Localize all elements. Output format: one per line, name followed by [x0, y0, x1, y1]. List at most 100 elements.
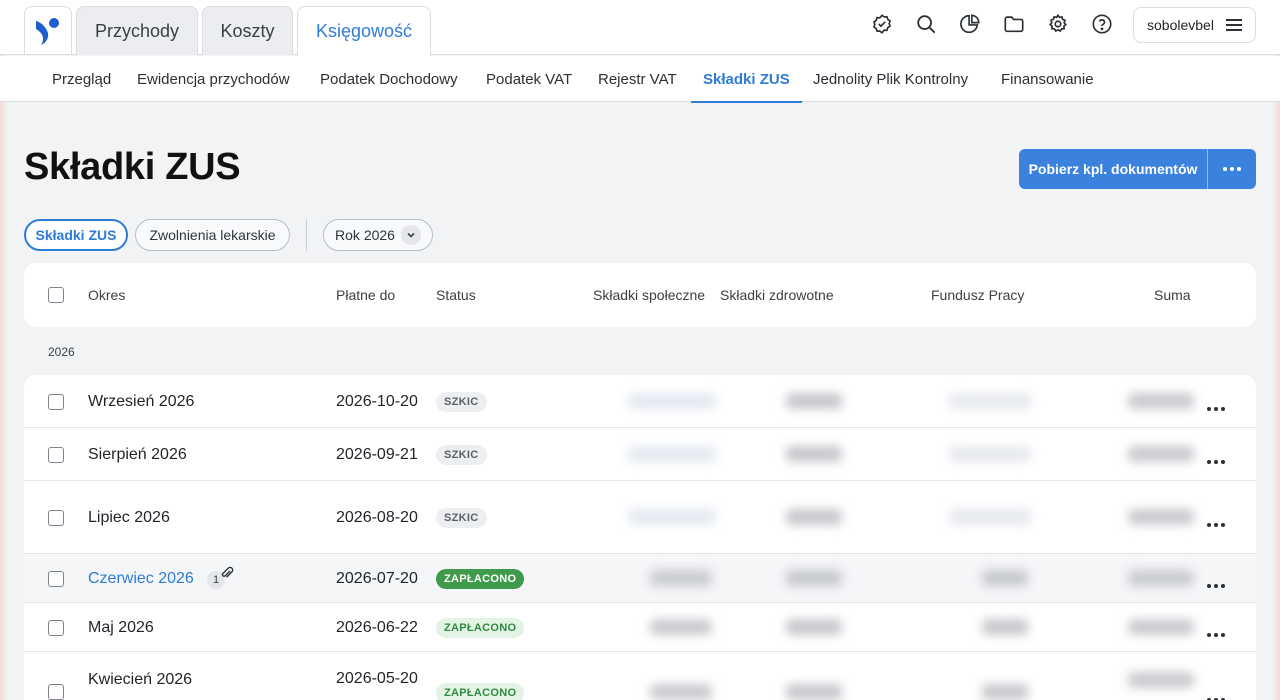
- row-checkbox[interactable]: [48, 394, 64, 410]
- tab-label: Księgowość: [315, 21, 413, 41]
- blurred-amount: [1128, 570, 1194, 586]
- subnav-podatek-dochodowy[interactable]: Podatek Dochodowy: [320, 56, 458, 102]
- blurred-amount: [786, 684, 842, 700]
- column-header-status[interactable]: Status: [436, 263, 476, 327]
- help-icon[interactable]: [1090, 12, 1114, 36]
- tab-przychody[interactable]: Przychody: [76, 6, 198, 55]
- status-badge: ZAPŁACONO: [436, 569, 525, 589]
- column-header-okres[interactable]: Okres: [88, 263, 125, 327]
- row-more-icon[interactable]: [1207, 624, 1225, 642]
- blurred-amount: [1128, 672, 1194, 688]
- gear-icon[interactable]: [1046, 12, 1070, 36]
- username: sobolevbel: [1147, 17, 1214, 33]
- row-period[interactable]: Maj 2026: [88, 603, 154, 652]
- blurred-amount: [1128, 619, 1194, 635]
- blurred-amount: [1128, 393, 1194, 409]
- column-header-fundusz-pracy[interactable]: Fundusz Pracy: [931, 263, 1024, 327]
- paperclip-icon: [221, 566, 234, 578]
- subnav-label: Rejestr VAT: [598, 70, 677, 88]
- blurred-amount: [650, 570, 712, 586]
- select-all-checkbox[interactable]: [48, 287, 64, 303]
- blurred-amount: [949, 446, 1031, 462]
- user-menu-button[interactable]: sobolevbel: [1133, 7, 1256, 43]
- row-period[interactable]: Wrzesień 2026: [88, 375, 194, 428]
- row-more-icon[interactable]: [1207, 514, 1225, 532]
- row-checkbox[interactable]: [48, 684, 64, 700]
- tab-koszty[interactable]: Koszty: [202, 6, 293, 55]
- tab-ksiegowosc[interactable]: Księgowość: [297, 6, 431, 56]
- year-dropdown[interactable]: Rok 2026: [323, 219, 433, 251]
- status-badge: SZKIC: [436, 392, 487, 412]
- subnav-label: Jednolity Plik Kontrolny: [813, 70, 969, 88]
- table-row[interactable]: Czerwiec 2026 1 2026-07-20 ZAPŁACONO: [24, 554, 1256, 603]
- blurred-amount: [949, 509, 1031, 525]
- app-logo[interactable]: [24, 6, 72, 54]
- row-period[interactable]: Sierpień 2026: [88, 428, 187, 481]
- subnav-rejestr-vat[interactable]: Rejestr VAT: [598, 56, 677, 102]
- search-icon[interactable]: [914, 12, 938, 36]
- blurred-amount: [786, 393, 842, 409]
- right-page-edge: [1272, 0, 1280, 700]
- row-period-link[interactable]: Czerwiec 2026: [88, 554, 194, 603]
- chip-zwolnienia-lekarskie[interactable]: Zwolnienia lekarskie: [135, 219, 290, 251]
- table-row[interactable]: Wrzesień 2026 2026-10-20 SZKIC: [24, 375, 1256, 428]
- row-due-date: 2026-10-20: [336, 393, 418, 410]
- folder-icon[interactable]: [1002, 12, 1026, 36]
- blurred-amount: [786, 570, 842, 586]
- column-header-skladki-spoleczne[interactable]: Składki społeczne: [593, 263, 705, 327]
- group-label-year: 2026: [48, 345, 75, 359]
- more-dots-icon: [1223, 167, 1241, 171]
- status-badge: ZAPŁACONO: [436, 618, 525, 638]
- hamburger-icon: [1225, 17, 1243, 36]
- column-header-platne-do[interactable]: Płatne do: [336, 263, 395, 327]
- chip-skladki-zus[interactable]: Składki ZUS: [24, 219, 128, 251]
- blurred-amount: [1128, 509, 1194, 525]
- row-checkbox[interactable]: [48, 447, 64, 463]
- row-more-icon[interactable]: [1207, 451, 1225, 469]
- subnav-jpk[interactable]: Jednolity Plik Kontrolny: [813, 56, 968, 102]
- row-checkbox[interactable]: [48, 571, 64, 587]
- subnav-ewidencja-przychodow[interactable]: Ewidencja przychodów: [137, 56, 290, 102]
- column-header-skladki-zdrowotne[interactable]: Składki zdrowotne: [720, 263, 834, 327]
- download-documents-button[interactable]: Pobierz kpl. dokumentów: [1019, 149, 1256, 189]
- row-due-date: 2026-05-20: [336, 670, 418, 687]
- row-due-date: 2026-06-22: [336, 619, 418, 636]
- row-more-icon[interactable]: [1207, 575, 1225, 593]
- table-row[interactable]: Kwiecień 2026 2026-05-20 ZAPŁACONO: [24, 652, 1256, 700]
- subnav-label: Podatek Dochodowy: [320, 70, 458, 88]
- subnav-finansowanie[interactable]: Finansowanie: [1001, 56, 1094, 102]
- subnav-label: Podatek VAT: [486, 70, 573, 88]
- row-period[interactable]: Lipiec 2026: [88, 481, 170, 554]
- blurred-amount: [786, 509, 842, 525]
- subnav-skladki-zus[interactable]: Składki ZUS: [691, 56, 802, 103]
- tab-label: Koszty: [220, 20, 275, 41]
- row-checkbox[interactable]: [48, 620, 64, 636]
- subnav-podatek-vat[interactable]: Podatek VAT: [486, 56, 572, 102]
- row-checkbox[interactable]: [48, 510, 64, 526]
- table-row[interactable]: Sierpień 2026 2026-09-21 SZKIC: [24, 428, 1256, 481]
- subnav-label: Ewidencja przychodów: [137, 70, 290, 88]
- blurred-amount: [650, 619, 712, 635]
- subnav-przeglad[interactable]: Przegląd: [52, 56, 111, 102]
- table-row[interactable]: Maj 2026 2026-06-22 ZAPŁACONO: [24, 603, 1256, 652]
- pie-chart-icon[interactable]: [958, 12, 982, 36]
- subnav-label: Składki ZUS: [703, 70, 790, 88]
- row-period[interactable]: Kwiecień 2026: [88, 668, 192, 692]
- table-row[interactable]: Lipiec 2026 2026-08-20 SZKIC: [24, 481, 1256, 554]
- attachments-indicator[interactable]: 1: [207, 565, 235, 589]
- more-options-button[interactable]: [1208, 167, 1256, 171]
- left-page-edge: [0, 0, 8, 700]
- table-body: Wrzesień 2026 2026-10-20 SZKIC Sierpień …: [24, 375, 1256, 700]
- row-more-icon[interactable]: [1207, 398, 1225, 416]
- blurred-amount: [786, 446, 842, 462]
- row-more-icon[interactable]: [1207, 689, 1225, 700]
- blurred-amount: [786, 619, 842, 635]
- blurred-amount: [1128, 446, 1194, 462]
- blurred-amount: [982, 619, 1028, 635]
- tab-label: Przychody: [94, 20, 180, 41]
- blurred-amount: [982, 684, 1028, 700]
- filter-divider: [306, 219, 307, 251]
- subnav-label: Finansowanie: [1001, 70, 1094, 88]
- column-header-suma[interactable]: Suma: [1154, 263, 1191, 327]
- badge-check-icon[interactable]: [870, 12, 894, 36]
